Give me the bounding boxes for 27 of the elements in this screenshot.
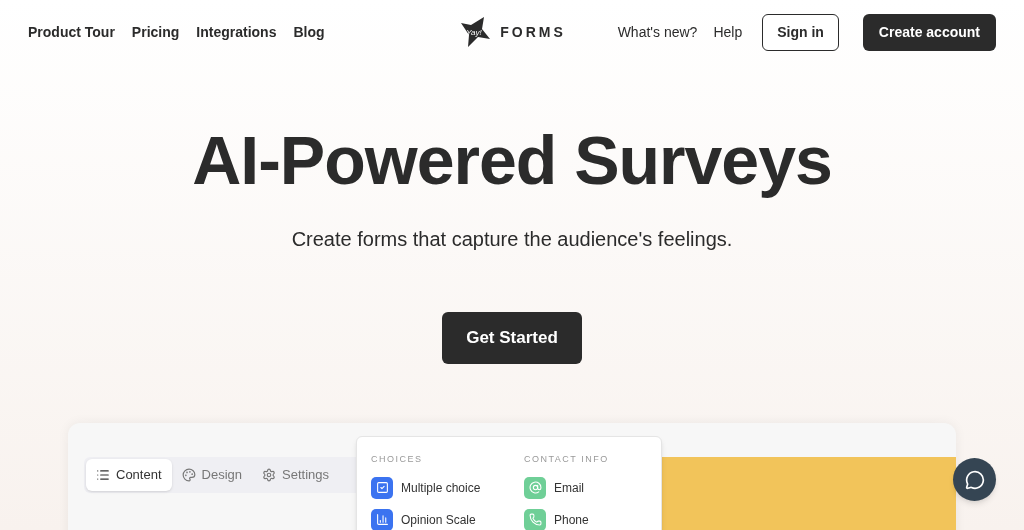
menu-item[interactable]: Multiple choice — [371, 476, 494, 499]
editor-tab[interactable]: Content — [86, 459, 172, 491]
menu-item[interactable]: Opinion Scale — [371, 508, 494, 530]
chat-button[interactable] — [953, 458, 996, 501]
menu-item[interactable]: Email — [524, 476, 647, 499]
palette-icon — [181, 467, 196, 482]
gear-icon — [262, 467, 276, 482]
hero-subtitle: Create forms that capture the audience's feelings. — [291, 227, 733, 252]
nav-link[interactable]: What's new? — [617, 21, 698, 43]
nav-link[interactable]: Pricing — [131, 21, 180, 43]
menu-heading: CONTACT INFO — [524, 453, 610, 466]
editor-tab[interactable]: Design — [171, 459, 252, 491]
sign-in-button[interactable]: Sign in — [762, 13, 839, 51]
nav-link[interactable]: Integrations — [196, 21, 277, 43]
menu-heading: CHOICES — [371, 453, 424, 466]
logo-star-icon: Yay! — [458, 15, 493, 49]
chat-bubble-icon — [964, 469, 985, 490]
nav-link[interactable]: Product Tour — [28, 21, 115, 43]
create-account-button[interactable]: Create account — [862, 13, 996, 51]
logo[interactable]: Yay! FORMS — [458, 15, 566, 49]
hero-title: AI-Powered Surveys — [192, 122, 832, 198]
list-icon — [96, 467, 110, 482]
nav-link[interactable]: Help — [713, 21, 743, 43]
nav-link[interactable]: Blog — [293, 21, 325, 43]
editor-tab[interactable]: Settings — [252, 459, 339, 491]
menu-item[interactable]: Phone — [524, 508, 647, 530]
get-started-button[interactable]: Get Started — [442, 312, 582, 364]
